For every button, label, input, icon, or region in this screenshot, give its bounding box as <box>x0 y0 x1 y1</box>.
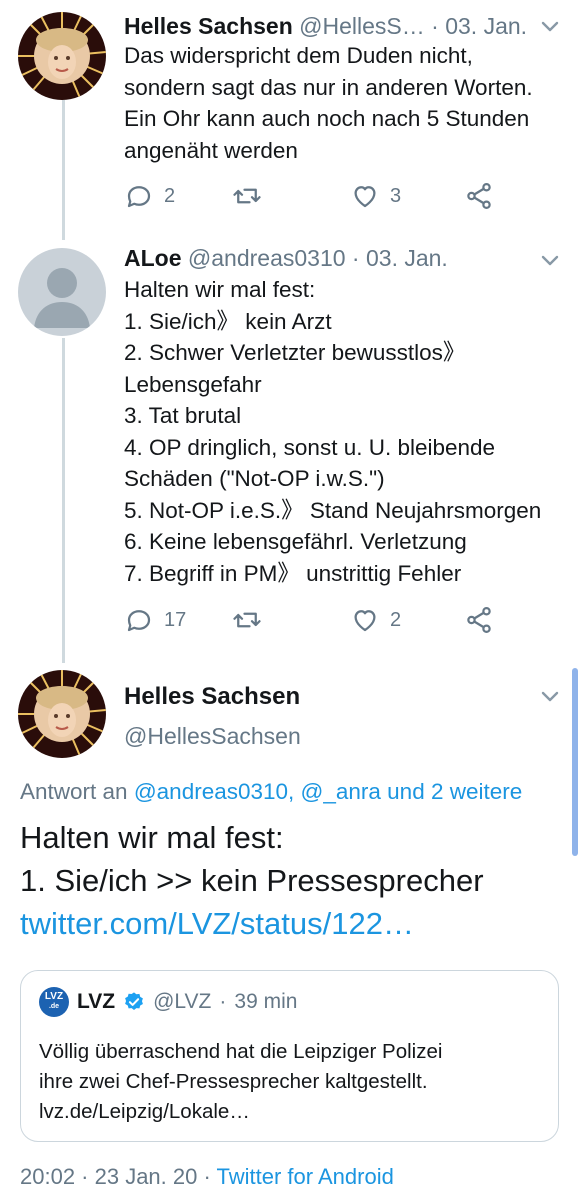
retweet-button[interactable] <box>232 178 272 214</box>
quoted-tweet[interactable]: LVZ .de LVZ @LVZ · 39 min Völlig überras… <box>20 970 559 1142</box>
like-count: 2 <box>390 608 402 631</box>
tweet-line: 1. Sie/ich >> kein Pressesprecher <box>20 863 484 898</box>
reply-button[interactable]: 17 <box>124 602 186 638</box>
display-name[interactable]: ALoe <box>124 245 182 271</box>
share-button[interactable] <box>464 178 494 214</box>
reply-count: 2 <box>164 184 176 207</box>
reply-button[interactable]: 2 <box>124 178 175 214</box>
quoted-handle: @LVZ <box>153 990 212 1013</box>
scrollbar[interactable] <box>572 668 578 856</box>
quoted-line: Völlig überraschend hat die Leipziger Po… <box>39 1040 443 1063</box>
quoted-link: lvz.de/Leipzig/Lokale… <box>39 1100 250 1123</box>
handle[interactable]: @HellesS… <box>299 13 425 39</box>
quoted-tweet-text: Völlig überraschend hat die Leipziger Po… <box>39 1037 549 1127</box>
lvz-logo: LVZ .de <box>39 987 69 1017</box>
heart-icon <box>354 610 376 632</box>
client-link[interactable]: Twitter for Android <box>217 1164 394 1189</box>
handle[interactable]: @HellesSachsen <box>124 722 301 750</box>
retweet-icon <box>233 612 261 628</box>
tweet-text: Halten wir mal fest: 1. Sie/ich >> kein … <box>20 816 570 945</box>
tweet-actions: 2 3 <box>124 178 504 214</box>
avatar[interactable] <box>18 12 106 100</box>
separator: · <box>219 990 227 1013</box>
chevron-down-icon[interactable] <box>538 684 562 708</box>
tweet-header: Helles Sachsen @HellesS… · 03. Jan. <box>124 12 527 40</box>
share-icon <box>467 183 491 209</box>
chevron-down-icon[interactable] <box>538 248 562 272</box>
reply-icon <box>127 610 151 632</box>
like-button[interactable]: 3 <box>350 178 401 214</box>
tweet-line: Halten wir mal fest: <box>20 820 284 855</box>
display-name[interactable]: Helles Sachsen <box>124 13 293 39</box>
reply-count: 17 <box>164 608 187 631</box>
heart-icon <box>354 186 376 208</box>
quoted-display-name: LVZ <box>77 990 116 1013</box>
tweet-link[interactable]: twitter.com/LVZ/status/122… <box>20 902 570 945</box>
reply-prefix: Antwort an <box>20 779 128 804</box>
tweet-text: Das widerspricht dem Duden nicht, sonder… <box>124 43 533 163</box>
chevron-down-icon[interactable] <box>538 14 562 38</box>
avatar[interactable] <box>18 248 106 336</box>
quoted-tweet-header: LVZ .de LVZ @LVZ · 39 min <box>39 987 297 1017</box>
thread-line <box>62 338 65 663</box>
retweet-icon <box>233 188 261 204</box>
like-button[interactable]: 2 <box>350 602 401 638</box>
tweet-header: ALoe @andreas0310 · 03. Jan. <box>124 244 448 272</box>
tweet-actions: 17 2 <box>124 602 504 638</box>
reply-context: Antwort an @andreas0310, @_anra und 2 we… <box>20 778 522 806</box>
share-button[interactable] <box>464 602 494 638</box>
reply-icon <box>127 186 151 208</box>
display-name[interactable]: Helles Sachsen <box>124 682 300 712</box>
quoted-line: ihre zwei Chef-Pressesprecher kaltgestel… <box>39 1070 428 1093</box>
thread-line <box>62 100 65 240</box>
tweet-date[interactable]: 03. Jan. <box>445 13 527 39</box>
tweet-date[interactable]: 03. Jan. <box>366 245 448 271</box>
tweet-text: Halten wir mal fest: 1. Sie/ich》 kein Ar… <box>124 277 542 586</box>
quoted-time: 39 min <box>234 990 298 1013</box>
separator: · <box>431 13 439 39</box>
retweet-button[interactable] <box>232 602 272 638</box>
reply-targets-link[interactable]: @andreas0310, @_anra und 2 weitere <box>134 779 522 804</box>
tweet-timestamp[interactable]: 20:02 · 23 Jan. 20 · <box>20 1164 211 1189</box>
verified-badge-icon <box>125 992 144 1010</box>
avatar[interactable] <box>18 670 106 758</box>
tweet-meta: 20:02 · 23 Jan. 20 · Twitter for Android <box>20 1163 394 1191</box>
separator: · <box>351 245 360 271</box>
share-icon <box>467 607 491 633</box>
like-count: 3 <box>390 184 402 207</box>
handle[interactable]: @andreas0310 <box>188 245 346 271</box>
